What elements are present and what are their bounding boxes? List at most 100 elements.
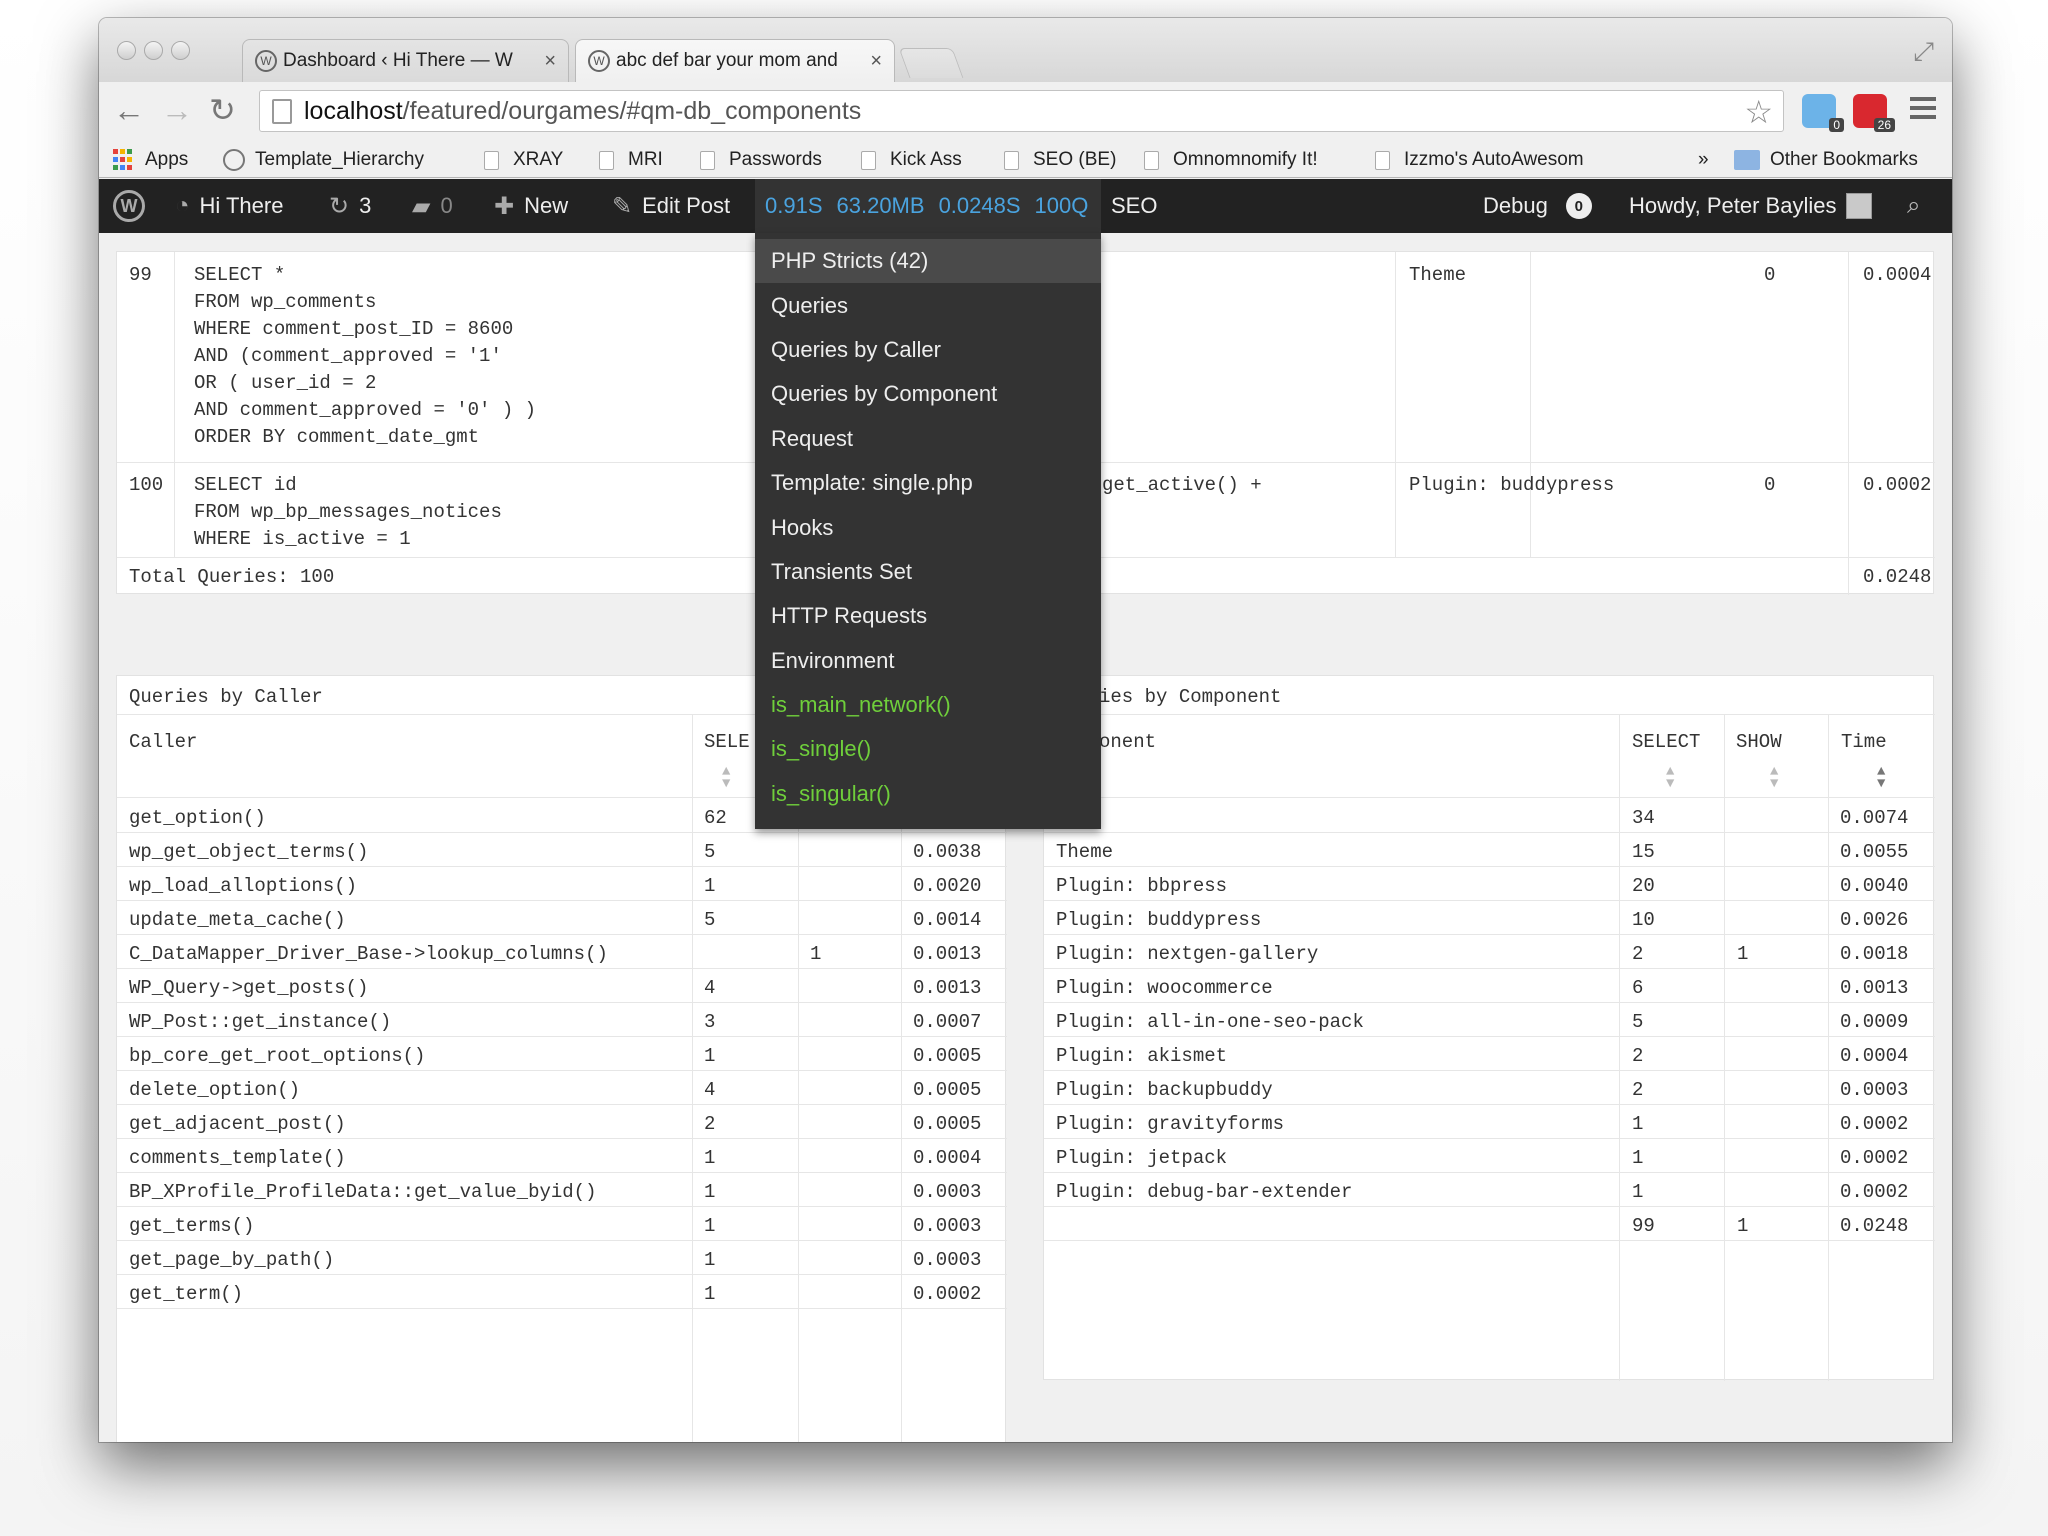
new-tab-button[interactable] bbox=[898, 48, 964, 78]
component-column-header[interactable]: onent bbox=[1099, 729, 1156, 756]
select-column-header[interactable]: SELECT bbox=[1632, 729, 1700, 756]
caller-time: 0.0002 bbox=[913, 1283, 982, 1305]
seo-menu[interactable]: SEO bbox=[1111, 179, 1157, 233]
browser-tab-active[interactable]: W abc def bar your mom and × bbox=[575, 39, 895, 82]
tab-strip: W Dashboard ‹ Hi There — W × W abc def b… bbox=[99, 18, 1952, 82]
select-count: 1 bbox=[704, 1181, 716, 1203]
close-tab-icon[interactable]: × bbox=[544, 50, 556, 73]
caller-name[interactable]: BP_XProfile_ProfileData::get_value_byid(… bbox=[129, 1179, 596, 1206]
qm-menu-queries-by-caller[interactable]: Queries by Caller bbox=[755, 328, 1101, 372]
bookmark-autoawesome[interactable]: Izzmo's AutoAwesom bbox=[1375, 149, 1619, 171]
sort-arrows-icon[interactable]: ▲ ▼ bbox=[1666, 765, 1674, 791]
ghostery-extension-icon[interactable]: 0 bbox=[1802, 94, 1844, 132]
select-count: 4 bbox=[704, 1079, 716, 1101]
component-time: 0.0002 bbox=[1840, 1147, 1909, 1169]
bookmark-kick-ass[interactable]: Kick Ass bbox=[861, 149, 962, 171]
comment-bubble-icon: ▰ bbox=[412, 192, 431, 220]
show-column-header[interactable]: SHOW bbox=[1736, 729, 1782, 756]
updates-menu[interactable]: ↻ 3 bbox=[329, 179, 371, 233]
browser-menu-icon[interactable] bbox=[1910, 97, 1936, 124]
new-content-menu[interactable]: ✚ New bbox=[494, 179, 568, 233]
browser-tab[interactable]: W Dashboard ‹ Hi There — W × bbox=[242, 39, 569, 82]
caller-name[interactable]: WP_Query->get_posts() bbox=[129, 975, 368, 1002]
bookmark-xray[interactable]: XRAY bbox=[484, 149, 563, 171]
my-account-menu[interactable]: Howdy, Peter Baylies bbox=[1629, 179, 1873, 233]
wordpress-logo-icon[interactable]: W bbox=[113, 179, 145, 233]
fullscreen-icon[interactable]: ⤢ bbox=[1913, 36, 1934, 68]
bookmark-template-hierarchy[interactable]: Template_Hierarchy bbox=[223, 149, 424, 171]
qm-menu-hooks[interactable]: Hooks bbox=[755, 505, 1101, 549]
qm-menu-http-requests[interactable]: HTTP Requests bbox=[755, 594, 1101, 638]
caller-name[interactable]: get_page_by_path() bbox=[129, 1247, 334, 1274]
lastpass-extension-icon[interactable]: 26 bbox=[1853, 94, 1895, 132]
sort-desc-icon[interactable]: ▲ ▼ bbox=[1877, 765, 1885, 791]
close-tab-icon[interactable]: × bbox=[870, 50, 882, 73]
component-name: Plugin: bbpress bbox=[1056, 875, 1228, 897]
qm-conditional-is-single[interactable]: is_single() bbox=[755, 727, 1101, 771]
caller-name[interactable]: delete_option() bbox=[129, 1077, 300, 1104]
forward-arrow-icon[interactable]: → bbox=[161, 92, 193, 128]
qm-menu-transients[interactable]: Transients Set bbox=[755, 550, 1101, 594]
select-count: 4 bbox=[704, 977, 716, 999]
qm-menu-queries[interactable]: Queries bbox=[755, 283, 1101, 327]
close-window-button[interactable] bbox=[117, 41, 136, 60]
qm-menu-queries-by-component[interactable]: Queries by Component bbox=[755, 372, 1101, 416]
caller-name[interactable]: update_meta_cache() bbox=[129, 907, 346, 934]
component-time: 0.0003 bbox=[1840, 1079, 1909, 1101]
caller-name[interactable]: get_option() bbox=[129, 805, 266, 832]
qm-conditional-is-main-network[interactable]: is_main_network() bbox=[755, 683, 1101, 727]
caller-name[interactable]: wp_load_alloptions() bbox=[129, 873, 357, 900]
caller-name[interactable]: bp_core_get_root_options() bbox=[129, 1043, 425, 1070]
caller-column-header[interactable]: Caller bbox=[129, 729, 197, 756]
caller-name[interactable]: get_adjacent_post() bbox=[129, 1111, 346, 1138]
query-sql-line: SELECT * bbox=[194, 264, 286, 286]
bookmark-mri[interactable]: MRI bbox=[599, 149, 663, 171]
select-count: 1 bbox=[704, 1147, 716, 1169]
bookmark-passwords[interactable]: Passwords bbox=[700, 149, 822, 171]
bookmark-seo-be[interactable]: SEO (BE) bbox=[1004, 149, 1116, 171]
component-name: Plugin: akismet bbox=[1056, 1045, 1228, 1067]
zoom-window-button[interactable] bbox=[171, 41, 190, 60]
caller-time: 0.0003 bbox=[913, 1181, 982, 1203]
time-column-header[interactable]: Time bbox=[1841, 729, 1887, 756]
component-time: 0.0040 bbox=[1840, 875, 1909, 897]
caller-name[interactable]: C_DataMapper_Driver_Base->lookup_columns… bbox=[129, 941, 608, 968]
select-column-header[interactable]: SELE bbox=[704, 729, 750, 756]
sort-arrows-icon[interactable]: ▲ ▼ bbox=[722, 765, 730, 791]
caller-name[interactable]: get_terms() bbox=[129, 1213, 254, 1240]
bookmarks-overflow-button[interactable]: » bbox=[1698, 149, 1709, 171]
edit-post-link[interactable]: ✎ Edit Post bbox=[612, 179, 730, 233]
qm-menu-request[interactable]: Request bbox=[755, 417, 1101, 461]
bookmark-apps[interactable]: Apps bbox=[113, 149, 188, 171]
qm-menu-environment[interactable]: Environment bbox=[755, 639, 1101, 683]
query-time: 0.0004 bbox=[1863, 264, 1932, 286]
minimize-window-button[interactable] bbox=[144, 41, 163, 60]
bookmark-other[interactable]: Other Bookmarks bbox=[1734, 149, 1918, 171]
comments-menu[interactable]: ▰ 0 bbox=[412, 179, 453, 233]
reload-icon[interactable]: ↻ bbox=[209, 92, 236, 128]
qm-conditional-is-singular[interactable]: is_singular() bbox=[755, 772, 1101, 816]
address-bar[interactable]: localhost/featured/ourgames/#qm-db_compo… bbox=[259, 90, 1784, 132]
back-arrow-icon[interactable]: ← bbox=[113, 92, 145, 128]
query-monitor-menu[interactable]: 0.91S 63.20MB 0.0248S 100Q bbox=[755, 179, 1101, 233]
site-name-menu[interactable]: ◔ Hi There bbox=[175, 179, 283, 233]
caller-name[interactable]: WP_Post::get_instance() bbox=[129, 1009, 391, 1036]
new-label: New bbox=[524, 193, 569, 218]
bookmark-omnomnomify[interactable]: Omnomnomify It! bbox=[1144, 149, 1318, 171]
qm-menu-php-stricts[interactable]: PHP Stricts (42) bbox=[755, 239, 1101, 284]
query-caller[interactable]: get_active() + bbox=[1102, 472, 1262, 499]
bookmark-star-icon[interactable]: ☆ bbox=[1744, 93, 1773, 131]
sort-arrows-icon[interactable]: ▲ ▼ bbox=[1770, 765, 1778, 791]
component-table-title: ies by Component bbox=[1099, 686, 1282, 708]
qm-menu-template[interactable]: Template: single.php bbox=[755, 461, 1101, 505]
updates-refresh-icon: ↻ bbox=[329, 192, 350, 220]
caller-name[interactable]: wp_get_object_terms() bbox=[129, 839, 368, 866]
debug-menu[interactable]: Debug 0 bbox=[1483, 179, 1592, 233]
page-icon bbox=[1144, 150, 1159, 170]
bookmark-label: Passwords bbox=[729, 149, 822, 170]
caller-name[interactable]: get_term() bbox=[129, 1281, 243, 1308]
caller-name[interactable]: comments_template() bbox=[129, 1145, 346, 1172]
search-icon[interactable]: ⌕ bbox=[1907, 179, 1920, 233]
edit-post-label: Edit Post bbox=[642, 193, 731, 218]
comments-count: 0 bbox=[440, 193, 453, 218]
